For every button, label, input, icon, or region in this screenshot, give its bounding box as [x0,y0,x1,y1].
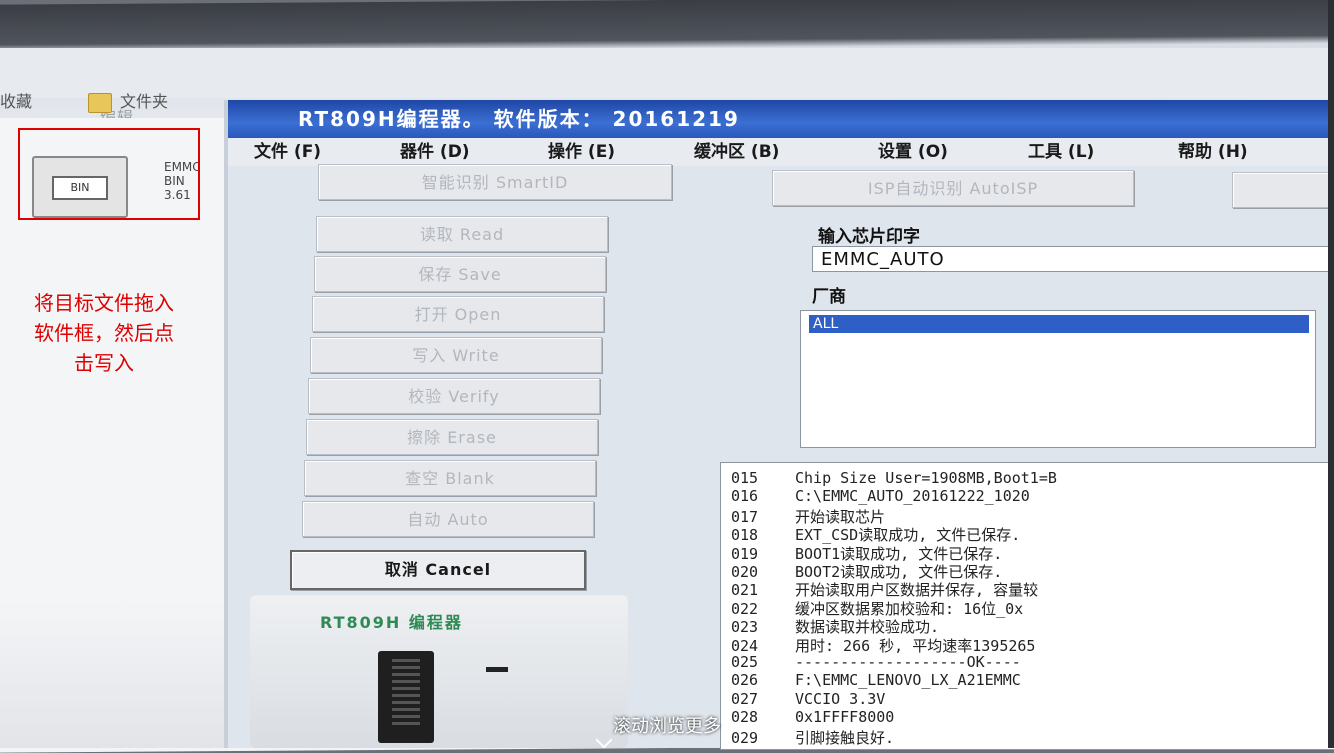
log-row: 016 C:\EMMC_AUTO_20161222_1020 [721,487,1030,505]
chip-marking-label: 输入芯片印字 [818,227,920,247]
log-row: 019 BOOT1读取成功, 文件已保存. [721,543,1003,563]
log-row-text: 开始读取用户区数据并保存, 容量较 [795,581,1039,600]
write-button[interactable]: 写入 Write [310,337,602,373]
device-led [486,667,508,672]
device-brand: RT809H 编程器 [320,613,463,632]
window-title: RT809H编程器。 软件版本： 20161219 [228,100,1334,138]
log-row-text: VCCIO 3.3V [795,689,886,708]
annotation-highlight-box [18,128,200,220]
annotation-text: 将目标文件拖入 软件框，然后点 击写入 [6,288,202,378]
log-row: 027 VCCIO 3.3V [721,690,885,708]
log-row-number: 027 [731,689,759,708]
log-row: 026 F:\EMMC_LENOVO_LX_A21EMMC [721,671,1021,689]
log-row-text: BOOT1读取成功, 文件已保存. [795,544,1003,563]
explorer-menubar: 编辑 查看 工具 [0,48,1334,127]
log-row-number: 026 [731,671,759,690]
vendor-list[interactable]: ALL [800,310,1316,448]
log-row-text: F:\EMMC_LENOVO_LX_A21EMMC [795,671,1021,690]
log-row-text: 数据读取并校验成功. [795,618,940,637]
log-row-number: 024 [731,636,759,655]
annotation-line: 软件框，然后点 [34,321,174,345]
log-row-text: -------------------OK---- [795,653,1021,671]
favorites-button[interactable]: 收藏 [0,88,32,112]
menu-tools[interactable]: 工具 (L) [1028,138,1094,166]
log-row-number: 023 [731,618,759,637]
menu-buffer[interactable]: 缓冲区 (B) [694,138,779,166]
folders-button[interactable]: 文件夹 [88,88,168,113]
log-row-text: EXT_CSD读取成功, 文件已保存. [795,526,1021,545]
log-row-number: 015 [731,469,759,487]
blank-button[interactable]: 查空 Blank [304,460,596,496]
menu-operation[interactable]: 操作 (E) [548,138,615,166]
smartid-button[interactable]: 智能识别 SmartID [318,164,672,200]
annotation-line: 将目标文件拖入 [34,291,174,315]
scroll-hint: 滚动浏览更多 [613,716,721,737]
log-row: 025 -------------------OK---- [721,653,1021,671]
screen-edge [1328,0,1334,748]
autoisp-button[interactable]: ISP自动识别 AutoISP [772,170,1134,206]
menu-help[interactable]: 帮助 (H) [1178,138,1248,166]
folder-icon [88,92,112,113]
log-row-number: 022 [731,599,759,618]
extra-button[interactable] [1232,172,1334,208]
erase-button[interactable]: 擦除 Erase [306,419,598,455]
read-button[interactable]: 读取 Read [316,216,608,252]
log-row-text: C:\EMMC_AUTO_20161222_1020 [795,487,1030,506]
log-row: 018 EXT_CSD读取成功, 文件已保存. [721,524,1021,545]
vendor-item-all[interactable]: ALL [809,315,1309,333]
favorites-label: 收藏 [0,92,33,111]
log-row: 020 BOOT2读取成功, 文件已保存. [721,561,1003,581]
rt809h-window: RT809H编程器。 软件版本： 20161219 文件 (F) 器件 (D) … [224,100,1334,750]
log-row-number: 019 [731,544,759,563]
log-row-number: 020 [731,563,759,581]
log-row-number: 025 [731,653,759,671]
log-row-number: 021 [731,581,759,600]
log-row-text: BOOT2读取成功, 文件已保存. [795,563,1003,581]
folders-label: 文件夹 [120,92,169,111]
verify-button[interactable]: 校验 Verify [308,378,600,414]
log-row: 024 用时: 266 秒, 平均速率1395265 [721,635,1036,655]
chip-marking-input[interactable]: EMMC_AUTO [812,246,1334,272]
log-row-text: Chip Size User=1908MB,Boot1=B [795,469,1057,487]
save-button[interactable]: 保存 Save [314,256,606,292]
log-row: 017 开始读取芯片 [721,506,886,526]
log-row: 023 数据读取并校验成功. [721,616,940,637]
log-row-text: 缓冲区数据累加校验和: 16位_0x [795,599,1024,618]
cancel-button[interactable]: 取消 Cancel [290,550,586,590]
open-button[interactable]: 打开 Open [312,296,604,332]
log-row-text: 用时: 266 秒, 平均速率1395265 [795,636,1036,655]
log-row: 015 Chip Size User=1908MB,Boot1=B [721,469,1057,487]
log-row-text: 开始读取芯片 [795,507,886,526]
annotation-line: 击写入 [74,351,134,375]
app-menubar: 文件 (F) 器件 (D) 操作 (E) 缓冲区 (B) 设置 (O) 工具 (… [228,138,1334,166]
log-row-number: 017 [731,507,759,526]
log-row: 021 开始读取用户区数据并保存, 容量较 [721,579,1039,600]
vendor-label: 厂商 [812,287,846,307]
log-panel[interactable]: 015 Chip Size User=1908MB,Boot1=B 016 C:\EM… [720,462,1334,750]
log-row: 022 缓冲区数据累加校验和: 16位_0x [721,598,1024,618]
log-row-number: 018 [731,526,759,545]
menu-file[interactable]: 文件 (F) [254,138,321,166]
menu-device[interactable]: 器件 (D) [400,138,470,166]
menu-settings[interactable]: 设置 (O) [878,138,948,166]
auto-button[interactable]: 自动 Auto [302,501,594,537]
log-row-number: 016 [731,487,759,506]
